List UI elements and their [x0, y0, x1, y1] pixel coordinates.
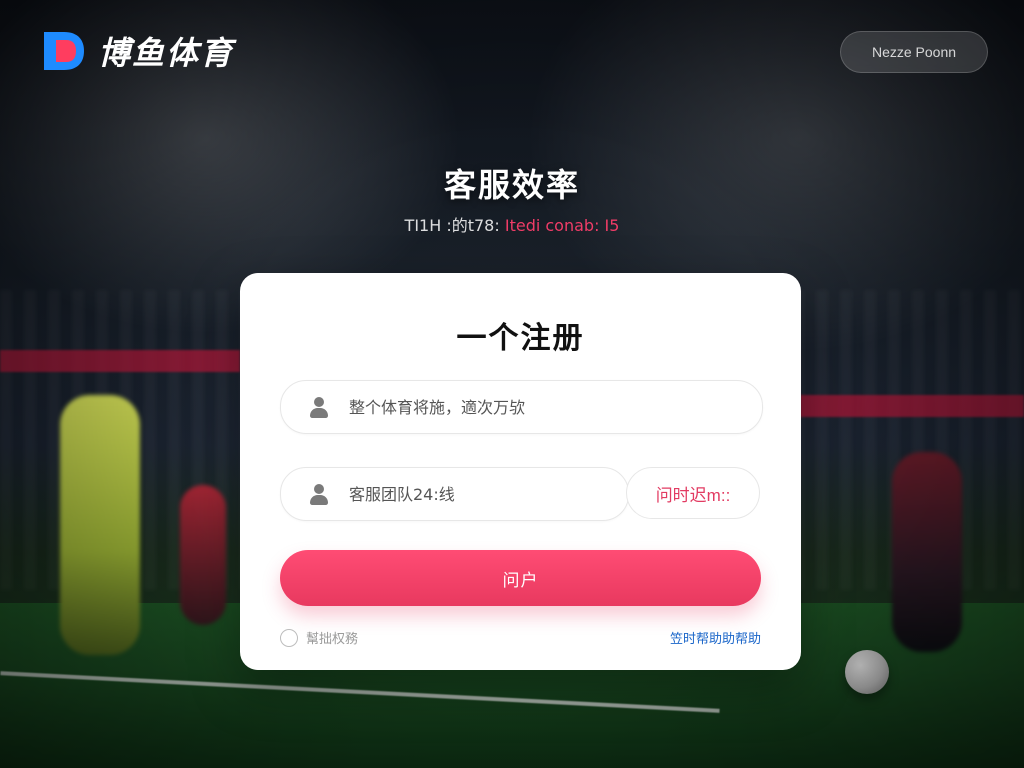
get-code-button[interactable]: 问时迟m::: [626, 467, 760, 519]
remember-me[interactable]: 幫拙权務: [280, 628, 358, 647]
verification-input[interactable]: [347, 483, 591, 505]
user-icon: [307, 482, 331, 506]
submit-button[interactable]: 问户: [280, 550, 761, 606]
remember-label: 幫拙权務: [306, 632, 359, 647]
hero-subtitle-part1: TI1H :的t78:: [404, 216, 500, 235]
register-title: 一个注册: [456, 321, 585, 356]
hero-subtitle-part2: Itedi conab: I5: [504, 216, 620, 235]
remember-radio[interactable]: [280, 628, 298, 647]
account-input[interactable]: [347, 396, 711, 418]
register-card: 一个注册 问时迟m:: 问户 幫拙权務 笠时帮助助帮助: [240, 273, 801, 670]
top-right-button[interactable]: Nezze Poonn: [840, 31, 988, 73]
brand-logo[interactable]: 博鱼体育: [38, 26, 234, 76]
user-icon: [307, 395, 331, 419]
logo-mark-icon: [38, 26, 88, 76]
brand-name: 博鱼体育: [98, 34, 235, 72]
user-icon-body: [310, 408, 328, 418]
hero-subtitle: TI1H :的t78: Itedi conab: I5: [0, 212, 1024, 236]
account-field[interactable]: [280, 380, 763, 434]
verification-field[interactable]: [280, 467, 629, 521]
user-icon-head: [314, 397, 324, 407]
hero-title: 客服效率: [443, 166, 580, 204]
user-icon-body: [310, 495, 328, 505]
user-icon-head: [314, 484, 324, 494]
help-link[interactable]: 笠时帮助助帮助: [670, 628, 761, 647]
